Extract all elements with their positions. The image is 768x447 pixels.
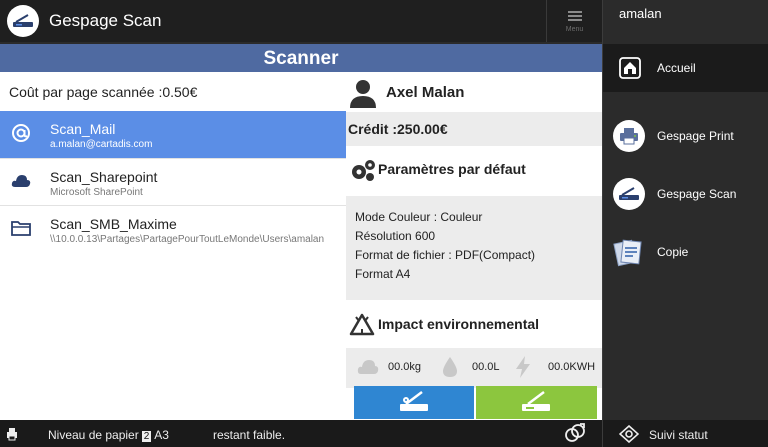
energy-value: 00.0KWH (548, 361, 596, 373)
scan-settings-button[interactable] (354, 386, 474, 419)
menu-button[interactable]: Menu (546, 0, 602, 42)
paper-size: A3 (154, 428, 169, 442)
user-name: Axel Malan (386, 84, 465, 101)
water-drop-icon (443, 357, 457, 377)
at-icon (12, 124, 30, 142)
destination-panel: Coût par page scannée :0.50€ Scan_Mail a… (0, 72, 346, 420)
destination-item-scan-mail[interactable]: Scan_Mail a.malan@cartadis.com (0, 111, 346, 158)
tray-number: 2 (141, 431, 152, 442)
nav-label: Gespage Scan (657, 187, 737, 201)
co2-value: 00.0kg (388, 361, 422, 373)
nav-label: Gespage Print (657, 129, 734, 143)
paper-level-suffix: restant faible. (213, 428, 286, 442)
paper-level-warning: Niveau de papier 2 A3 (48, 428, 169, 442)
default-settings-list: Mode Couleur : Couleur Résolution 600 Fo… (346, 196, 602, 300)
gears-icon (352, 160, 375, 181)
destination-item-scan-smb[interactable]: Scan_SMB_Maxime \\10.0.0.13\Partages\Par… (0, 205, 346, 252)
copy-icon (613, 239, 642, 267)
hamburger-icon (567, 9, 582, 23)
logged-user[interactable]: amalan (619, 6, 662, 21)
setting-file-format: Format de fichier : PDF(Compact) (355, 248, 536, 262)
destination-name: Scan_Sharepoint (50, 169, 158, 185)
app-title: Gespage Scan (49, 11, 162, 30)
co2-cloud-icon (357, 360, 379, 374)
nav-label: Accueil (657, 61, 696, 75)
recycle-icon (349, 313, 375, 336)
nav-item-copy[interactable]: Copie (603, 234, 768, 270)
setting-paper-format: Format A4 (355, 267, 411, 281)
default-settings-title: Paramètres par défaut (378, 161, 526, 177)
side-panel: amalan Accueil Gespage Print Gespage Sca… (602, 0, 768, 420)
setting-color-mode: Mode Couleur : Couleur (355, 210, 483, 224)
cost-per-page: Coût par page scannée :0.50€ (9, 84, 198, 100)
status-tracking-button[interactable]: Suivi statut (602, 420, 768, 447)
user-row: Axel Malan (346, 72, 602, 112)
nav-item-gespage-scan[interactable]: Gespage Scan (603, 176, 768, 212)
nav-label: Copie (657, 245, 689, 259)
destination-detail: \\10.0.0.13\Partages\PartagePourToutLeMo… (50, 234, 325, 245)
impact-header: Impact environnemental (346, 302, 602, 348)
destination-name: Scan_SMB_Maxime (50, 216, 177, 232)
credit-balance: Crédit :250.00€ (346, 112, 602, 146)
app-logo (7, 5, 39, 37)
user-info-panel: Axel Malan Crédit :250.00€ Paramètres pa… (346, 72, 602, 420)
loop-icon[interactable] (564, 423, 586, 443)
destination-detail: a.malan@cartadis.com (50, 139, 153, 150)
nav-item-home[interactable]: Accueil (603, 44, 768, 92)
printer-icon (613, 120, 645, 152)
folder-icon (11, 221, 31, 236)
impact-title: Impact environnemental (378, 316, 540, 332)
scanner-settings-icon (400, 391, 428, 411)
paper-level-prefix: Niveau de papier (48, 428, 139, 442)
scanner-icon (522, 391, 550, 411)
status-tracking-label: Suivi statut (649, 428, 708, 442)
destination-detail: Microsoft SharePoint (50, 187, 143, 198)
destination-name: Scan_Mail (50, 121, 116, 137)
nav-item-gespage-print[interactable]: Gespage Print (603, 118, 768, 154)
water-value: 00.0L (472, 361, 500, 373)
default-settings-header: Paramètres par défaut (346, 146, 602, 196)
user-icon (350, 80, 376, 108)
eye-diamond-icon (619, 425, 639, 443)
status-bar: Niveau de papier 2 A3 restant faible. Suiv… (0, 420, 768, 447)
start-scan-button[interactable] (476, 386, 597, 419)
scanner-screen: Gespage Scan Menu Scanner Coût par page … (0, 0, 768, 447)
top-bar: Gespage Scan Menu (0, 0, 602, 42)
menu-label: Menu (565, 26, 584, 33)
energy-bolt-icon (516, 356, 530, 378)
impact-stats: 00.0kg 00.0L 00.0KWH (346, 348, 602, 388)
destination-item-scan-sharepoint[interactable]: Scan_Sharepoint Microsoft SharePoint (0, 158, 346, 205)
scanner-logo-icon (13, 14, 33, 27)
printer-status-icon (7, 428, 17, 441)
home-icon (619, 57, 641, 79)
cloud-icon (11, 175, 31, 187)
page-title: Scanner (0, 44, 602, 72)
scanner-icon (613, 178, 645, 210)
setting-resolution: Résolution 600 (355, 229, 436, 243)
